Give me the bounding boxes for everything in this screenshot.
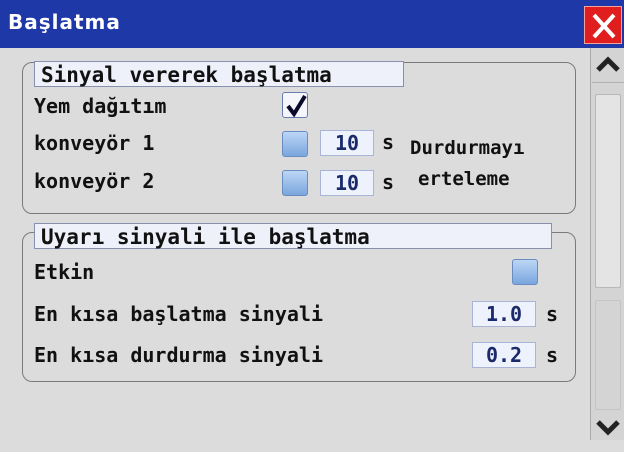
conveyor-1-label: konveyör 1 <box>34 131 155 155</box>
conveyor-1-checkbox[interactable] <box>282 131 308 157</box>
conveyor-2-checkbox[interactable] <box>282 170 308 196</box>
scroll-thumb[interactable] <box>595 94 621 288</box>
min-stop-signal-unit: s <box>546 343 559 367</box>
title-bar: Başlatma <box>0 0 624 48</box>
delay-stop-label-line2: erteleme <box>418 168 510 190</box>
warning-start-title: Uyarı sinyali ile başlatma <box>34 223 552 249</box>
chevron-down-icon <box>596 420 620 436</box>
min-stop-signal-input[interactable]: 0.2 <box>472 342 536 368</box>
enabled-label: Etkin <box>34 260 95 284</box>
conveyor-1-unit: s <box>382 130 395 154</box>
feed-distribution-checkbox[interactable] <box>282 92 308 118</box>
min-stop-signal-label: En kısa durdurma sinyali <box>34 343 323 367</box>
min-start-signal-input[interactable]: 1.0 <box>472 301 536 327</box>
min-start-signal-unit: s <box>546 302 559 326</box>
checkmark-icon <box>286 94 307 118</box>
scroll-up-button[interactable] <box>592 48 624 83</box>
feed-distribution-label: Yem dağıtım <box>34 94 167 118</box>
close-button[interactable] <box>584 6 622 44</box>
conveyor-2-label: konveyör 2 <box>34 169 155 193</box>
scroll-down-button[interactable] <box>592 418 624 452</box>
chevron-up-icon <box>596 56 620 72</box>
delay-stop-label-line1: Durdurmayı <box>410 137 525 159</box>
conveyor-1-delay-input[interactable]: 10 <box>320 130 374 156</box>
window-title: Başlatma <box>8 10 121 34</box>
close-icon <box>592 13 616 39</box>
conveyor-2-delay-input[interactable]: 10 <box>320 170 374 196</box>
scroll-track[interactable] <box>595 300 621 410</box>
min-start-signal-label: En kısa başlatma sinyali <box>34 302 323 326</box>
enabled-checkbox[interactable] <box>512 259 538 285</box>
vertical-scrollbar[interactable] <box>590 48 624 440</box>
signal-start-title: Sinyal vererek başlatma <box>34 61 404 87</box>
conveyor-2-unit: s <box>382 170 395 194</box>
